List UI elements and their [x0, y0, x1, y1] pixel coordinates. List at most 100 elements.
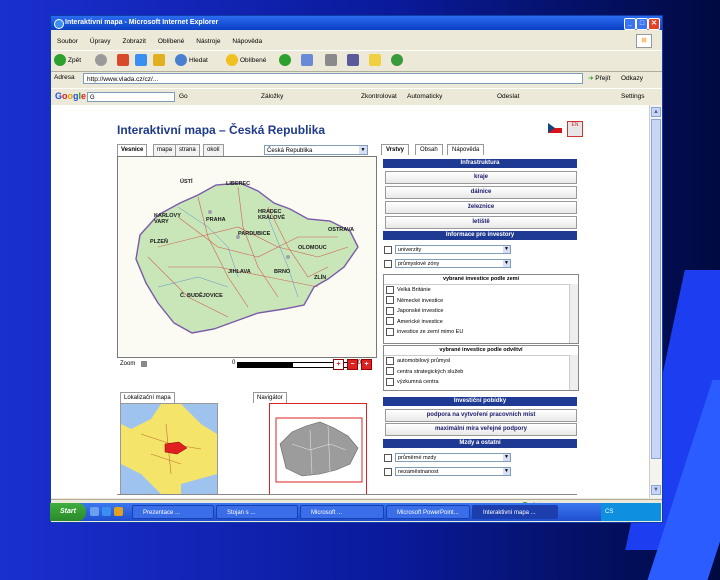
unemployment-select[interactable]: nezaměstnanost ▼: [395, 467, 511, 477]
navigator-map[interactable]: [269, 403, 367, 495]
scroll-thumb[interactable]: [651, 119, 661, 459]
city-label[interactable]: OLOMOUC: [298, 245, 327, 251]
layer-airports-button[interactable]: letiště: [385, 216, 577, 229]
address-input[interactable]: http://www.vlada.cz/cz/...: [83, 73, 583, 84]
menu-edit[interactable]: Úpravy: [90, 38, 111, 45]
zoom-out-button[interactable]: −: [347, 359, 358, 370]
page-scrollbar[interactable]: ▲ ▼: [649, 105, 662, 498]
city-label[interactable]: PLZEŇ: [150, 239, 168, 245]
zoom-slider-handle[interactable]: [141, 361, 147, 367]
tab-strana[interactable]: strana: [175, 144, 200, 156]
city-label[interactable]: BRNO: [274, 269, 290, 275]
search-button[interactable]: Hledat: [175, 54, 208, 68]
print-button[interactable]: [325, 54, 339, 68]
unemployment-checkbox[interactable]: [384, 467, 392, 476]
city-label[interactable]: Č. BUDĚJOVICE: [180, 293, 223, 299]
max-public-support-button[interactable]: maximální míra veřejné podpory: [385, 423, 577, 436]
title-bar[interactable]: Interaktivní mapa - Microsoft Internet E…: [51, 16, 662, 30]
forward-button[interactable]: [95, 54, 109, 68]
maximize-button[interactable]: □: [636, 18, 648, 30]
english-flag-icon[interactable]: EN: [567, 121, 583, 137]
back-button[interactable]: Zpět: [54, 54, 81, 68]
industrial-zones-checkbox[interactable]: [384, 259, 392, 268]
ie-quicklaunch-icon[interactable]: [102, 507, 111, 516]
city-label[interactable]: PARDUBICE: [238, 231, 270, 237]
menu-view[interactable]: Zobrazit: [122, 38, 145, 45]
google-search-input[interactable]: G: [87, 92, 175, 102]
tab-obsah[interactable]: Obsah: [415, 144, 443, 155]
city-label[interactable]: JIHLAVA: [228, 269, 251, 275]
quicklaunch-icon[interactable]: [90, 507, 99, 516]
tab-location-map[interactable]: Lokalizační mapa: [120, 392, 175, 403]
task-button-active[interactable]: Interaktivní mapa ...: [472, 505, 558, 519]
list-item[interactable]: Velká Británie: [384, 285, 578, 296]
start-button[interactable]: Start: [50, 503, 86, 521]
google-check-button[interactable]: Zkontrolovat: [361, 92, 397, 102]
list-item[interactable]: Americké investice: [384, 317, 578, 328]
layer-highways-button[interactable]: dálnice: [385, 186, 577, 199]
list-item[interactable]: investice ze zemí mimo EU: [384, 327, 578, 338]
industrial-zones-select[interactable]: průmyslové zóny ▼: [395, 259, 511, 269]
city-label[interactable]: KARLOVY VARY: [154, 213, 184, 225]
city-label[interactable]: HRADEC KRÁLOVÉ: [258, 209, 292, 221]
go-button[interactable]: ➜ Přejít: [588, 73, 610, 85]
list-item[interactable]: automobilový průmysl: [384, 356, 578, 367]
menu-help[interactable]: Nápověda: [232, 38, 262, 45]
tab-napoveda[interactable]: Nápověda: [447, 144, 485, 155]
folder-button[interactable]: [369, 54, 383, 68]
tab-vrstvy[interactable]: Vrstvy: [381, 144, 410, 155]
language-indicator[interactable]: CS: [605, 509, 613, 515]
tab-navigator[interactable]: Navigátor: [253, 392, 287, 403]
stop-button[interactable]: [117, 54, 131, 68]
minimize-button[interactable]: _: [624, 18, 636, 30]
google-settings-button[interactable]: Settings: [621, 92, 645, 102]
google-send-button[interactable]: Odeslat: [497, 92, 519, 102]
czech-flag-icon[interactable]: [548, 123, 562, 133]
investments-by-sector-list[interactable]: vybrané investice podle odvětví automobi…: [383, 345, 579, 391]
city-label[interactable]: ZLÍN: [314, 275, 326, 281]
google-go-button[interactable]: Go: [179, 92, 188, 102]
close-button[interactable]: ✕: [648, 18, 660, 30]
list-scrollbar[interactable]: [569, 284, 578, 343]
list-item[interactable]: centra strategických služeb: [384, 367, 578, 378]
menu-file[interactable]: Soubor: [57, 38, 78, 45]
tab-vesnice[interactable]: Vesnice: [117, 144, 148, 156]
city-label[interactable]: PRAHA: [206, 217, 226, 223]
list-scrollbar[interactable]: [569, 355, 578, 390]
task-button[interactable]: Stojan s ...: [216, 505, 298, 519]
average-wages-checkbox[interactable]: [384, 453, 392, 462]
desktop-icon[interactable]: [114, 507, 123, 516]
refresh-button[interactable]: [135, 54, 149, 68]
tab-mapa[interactable]: mapa: [153, 144, 177, 156]
google-autofill-button[interactable]: Automaticky: [407, 92, 442, 102]
messenger-button[interactable]: [391, 54, 405, 68]
task-button[interactable]: Microsoft PowerPoint...: [386, 505, 470, 519]
list-item[interactable]: Japonské investice: [384, 306, 578, 317]
zoom-in-button[interactable]: +: [361, 359, 372, 370]
zoom-in-small-button[interactable]: +: [333, 359, 344, 370]
average-wages-select[interactable]: průměrné mzdy ▼: [395, 453, 511, 463]
favorites-button[interactable]: Oblíbené: [226, 54, 266, 68]
menu-favorites[interactable]: Oblíbené: [158, 38, 184, 45]
google-bookmarks-button[interactable]: Záložky: [261, 92, 283, 102]
job-creation-support-button[interactable]: podpora na vytvoření pracovních míst: [385, 409, 577, 422]
edit-button[interactable]: [347, 54, 361, 68]
scroll-down-icon[interactable]: ▼: [651, 485, 661, 495]
list-item[interactable]: výzkumná centra: [384, 377, 578, 388]
investments-by-country-list[interactable]: vybrané investice podle zemí Velká Britá…: [383, 274, 579, 344]
city-label[interactable]: ÚSTÍ: [180, 179, 193, 185]
scroll-up-icon[interactable]: ▲: [651, 107, 661, 117]
menu-tools[interactable]: Nástroje: [196, 38, 220, 45]
universities-checkbox[interactable]: [384, 245, 392, 254]
layer-railways-button[interactable]: železnice: [385, 201, 577, 214]
home-button[interactable]: [153, 54, 167, 68]
universities-select[interactable]: univerzity ▼: [395, 245, 511, 255]
links-button[interactable]: Odkazy: [621, 73, 643, 85]
task-button[interactable]: Microsoft ...: [300, 505, 384, 519]
history-button[interactable]: [279, 54, 293, 68]
list-item[interactable]: Německé investice: [384, 296, 578, 307]
mail-button[interactable]: [301, 54, 315, 68]
region-select[interactable]: Česká Republika ▼: [264, 145, 368, 155]
city-label[interactable]: LIBEREC: [226, 181, 250, 187]
task-button[interactable]: Prezentace ...: [132, 505, 214, 519]
